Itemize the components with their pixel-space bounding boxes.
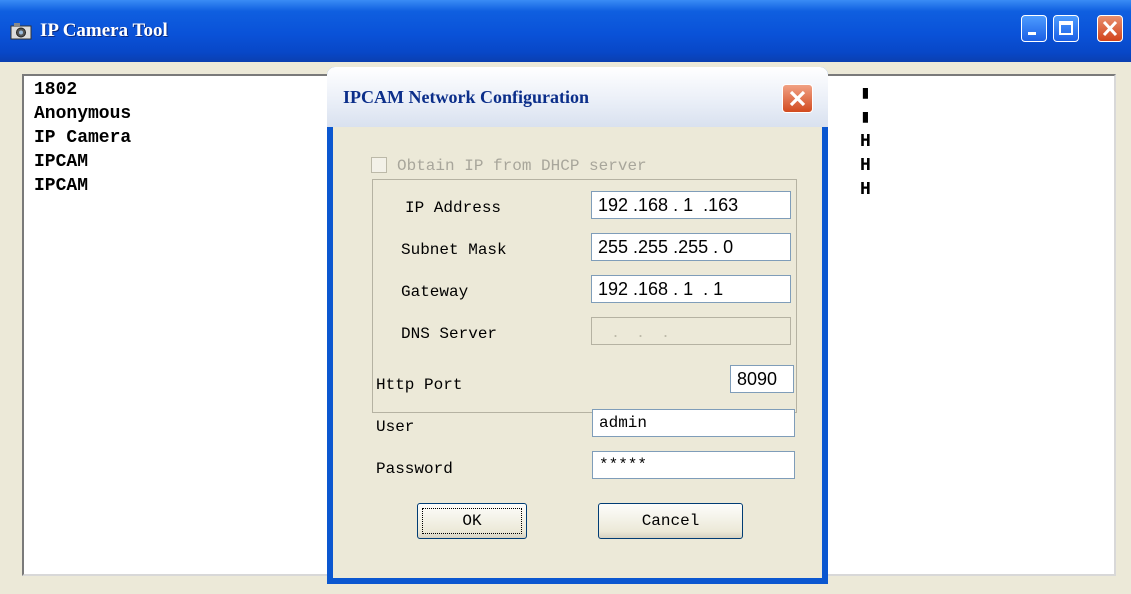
camera-name-column: 1802 Anonymous IP Camera IPCAM IPCAM bbox=[34, 78, 131, 198]
user-label: User bbox=[376, 418, 415, 436]
list-item[interactable]: 1802 bbox=[34, 78, 131, 102]
cancel-button-label: Cancel bbox=[641, 512, 700, 530]
http-port-label: Http Port bbox=[376, 376, 463, 394]
list-item-status: H bbox=[860, 132, 871, 152]
close-button[interactable] bbox=[1097, 15, 1123, 42]
maximize-button[interactable] bbox=[1053, 15, 1079, 42]
list-item-status: ▮ bbox=[860, 84, 871, 104]
list-item[interactable]: IPCAM bbox=[34, 174, 131, 198]
close-icon bbox=[789, 90, 806, 107]
dialog-titlebar[interactable]: IPCAM Network Configuration bbox=[327, 67, 828, 127]
password-label: Password bbox=[376, 460, 453, 478]
close-icon bbox=[1102, 20, 1118, 37]
list-item-status: H bbox=[860, 156, 871, 176]
list-item-status: ▮ bbox=[860, 108, 871, 128]
list-item[interactable]: IPCAM bbox=[34, 150, 131, 174]
cancel-button[interactable]: Cancel bbox=[598, 503, 743, 539]
camera-status-column: ▮ ▮ H H H bbox=[860, 82, 871, 202]
http-port-field[interactable]: 8090 bbox=[730, 365, 794, 393]
dhcp-checkbox[interactable] bbox=[371, 157, 387, 173]
network-configuration-dialog: IPCAM Network Configuration Obtain IP fr… bbox=[327, 67, 828, 584]
ok-button[interactable]: OK bbox=[417, 503, 527, 539]
subnet-mask-label: Subnet Mask bbox=[401, 241, 507, 259]
focus-rectangle bbox=[422, 508, 522, 534]
user-field[interactable]: admin bbox=[592, 409, 795, 437]
dhcp-label: Obtain IP from DHCP server bbox=[397, 157, 647, 175]
password-field[interactable]: ***** bbox=[592, 451, 795, 479]
gateway-label: Gateway bbox=[401, 283, 469, 301]
dialog-close-button[interactable] bbox=[782, 84, 813, 113]
dialog-title: IPCAM Network Configuration bbox=[343, 87, 589, 107]
list-item-status: H bbox=[860, 180, 871, 200]
subnet-mask-field[interactable]: 255 .255 .255 . 0 bbox=[591, 233, 791, 261]
dialog-body: Obtain IP from DHCP server IP Address 19… bbox=[333, 127, 822, 578]
maximize-icon bbox=[1059, 21, 1073, 35]
minimize-button[interactable] bbox=[1021, 15, 1047, 42]
minimize-icon bbox=[1028, 32, 1036, 35]
dns-server-label: DNS Server bbox=[401, 325, 498, 343]
ip-address-label: IP Address bbox=[405, 199, 502, 217]
list-item[interactable]: IP Camera bbox=[34, 126, 131, 150]
gateway-field[interactable]: 192 .168 . 1 . 1 bbox=[591, 275, 791, 303]
window-title: IP Camera Tool bbox=[40, 20, 168, 41]
dns-server-field[interactable]: . . . bbox=[591, 317, 791, 345]
camera-app-icon bbox=[10, 23, 32, 40]
ip-address-field[interactable]: 192 .168 . 1 .163 bbox=[591, 191, 791, 219]
list-item[interactable]: Anonymous bbox=[34, 102, 131, 126]
window-titlebar[interactable]: IP Camera Tool bbox=[0, 0, 1131, 62]
